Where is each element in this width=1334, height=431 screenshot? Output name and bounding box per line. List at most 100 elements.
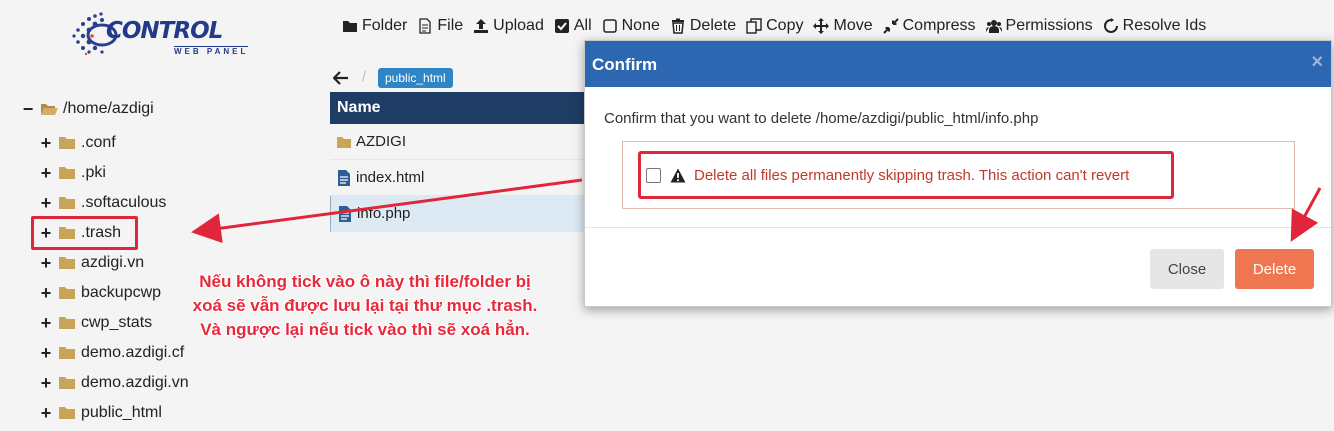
file-icon bbox=[419, 18, 432, 34]
annotation-note: Nếu không tick vào ô này thì file/folder… bbox=[140, 270, 590, 342]
users-icon bbox=[985, 20, 1002, 33]
trash-highlight-box bbox=[31, 216, 138, 250]
file-manager-toolbar: Folder File Upload All None Delete Copy … bbox=[342, 15, 1216, 37]
upload-button[interactable]: Upload bbox=[473, 17, 544, 35]
dialog-title: Confirm bbox=[592, 55, 658, 74]
folder-icon bbox=[59, 137, 75, 149]
annotation-line: Nếu không tick vào ô này thì file/folder… bbox=[199, 272, 531, 291]
permissions-label: Permissions bbox=[1005, 17, 1093, 34]
tree-root[interactable]: − /home/azdigi bbox=[22, 97, 154, 121]
back-arrow-icon[interactable] bbox=[333, 70, 349, 86]
move-label: Move bbox=[833, 17, 873, 34]
select-all-button[interactable]: All bbox=[554, 17, 592, 35]
select-none-label: None bbox=[621, 17, 660, 34]
refresh-icon bbox=[1103, 18, 1118, 33]
tree-item[interactable]: + demo.azdigi.vn bbox=[40, 371, 189, 395]
folder-open-icon bbox=[41, 104, 58, 115]
tree-item-label: public_html bbox=[81, 404, 162, 421]
dialog-header: Confirm × bbox=[585, 41, 1331, 87]
expand-toggle[interactable]: + bbox=[40, 254, 52, 272]
tree-item-label: .pki bbox=[81, 164, 106, 181]
move-button[interactable]: Move bbox=[813, 17, 873, 35]
tree-item[interactable]: + azdigi.vn bbox=[40, 251, 144, 275]
delete-label: Delete bbox=[689, 17, 737, 34]
file-row-selected[interactable]: info.php bbox=[330, 196, 590, 232]
expand-toggle[interactable]: + bbox=[40, 134, 52, 152]
file-text-icon bbox=[338, 169, 350, 186]
annotation-line: xoá sẽ vẫn được lưu lại tại thư mục .tra… bbox=[192, 296, 538, 315]
column-header-name[interactable]: Name bbox=[330, 92, 590, 124]
skip-trash-checkbox[interactable] bbox=[646, 167, 661, 183]
annotation-line: Và ngược lại nếu tick vào thì sẽ xoá hẳn… bbox=[200, 320, 530, 339]
confirm-message: Confirm that you want to delete /home/az… bbox=[604, 110, 1039, 127]
folder-icon bbox=[59, 317, 75, 329]
folder-icon bbox=[59, 197, 75, 209]
expand-toggle[interactable]: + bbox=[40, 194, 52, 212]
tree-item-label: demo.azdigi.cf bbox=[81, 344, 185, 361]
select-all-label: All bbox=[573, 17, 592, 34]
delete-button[interactable]: Delete bbox=[670, 17, 736, 35]
check-square-icon bbox=[554, 19, 569, 33]
compress-icon bbox=[882, 18, 899, 34]
tree-item-label: azdigi.vn bbox=[81, 254, 145, 271]
warning-text: Delete all files permanently skipping tr… bbox=[694, 166, 1130, 184]
file-name: index.html bbox=[356, 169, 425, 186]
tree-item-label: .conf bbox=[81, 134, 116, 151]
move-icon bbox=[813, 18, 830, 34]
confirm-delete-button[interactable]: Delete bbox=[1235, 249, 1314, 289]
file-row[interactable]: index.html bbox=[330, 160, 590, 196]
expand-toggle[interactable]: + bbox=[40, 344, 52, 362]
folder-icon bbox=[337, 136, 351, 148]
tree-item-label: .softaculous bbox=[81, 194, 167, 211]
file-list: Name AZDIGI index.html info.php bbox=[330, 92, 590, 232]
copy-button[interactable]: Copy bbox=[746, 17, 803, 35]
tree-item[interactable]: + cwp_stats bbox=[40, 311, 152, 335]
tree-item[interactable]: + public_html bbox=[40, 401, 162, 425]
permissions-button[interactable]: Permissions bbox=[985, 17, 1093, 35]
close-icon[interactable]: × bbox=[1311, 51, 1323, 74]
resolve-ids-label: Resolve Ids bbox=[1122, 17, 1207, 34]
confirm-dialog: Confirm × Confirm that you want to delet… bbox=[584, 40, 1332, 307]
file-text-icon bbox=[339, 205, 351, 222]
collapse-toggle[interactable]: − bbox=[22, 100, 34, 118]
expand-toggle[interactable]: + bbox=[40, 314, 52, 332]
upload-icon bbox=[474, 19, 489, 33]
warning-icon bbox=[670, 168, 686, 182]
expand-toggle[interactable]: + bbox=[40, 404, 52, 422]
copy-label: Copy bbox=[766, 17, 804, 34]
new-folder-label: Folder bbox=[362, 17, 408, 34]
expand-toggle[interactable]: + bbox=[40, 284, 52, 302]
file-row[interactable]: AZDIGI bbox=[330, 124, 590, 160]
folder-icon bbox=[59, 257, 75, 269]
tree-item[interactable]: + demo.azdigi.cf bbox=[40, 341, 184, 365]
folder-icon bbox=[59, 287, 75, 299]
expand-toggle[interactable]: + bbox=[40, 374, 52, 392]
dialog-divider bbox=[585, 227, 1331, 228]
compress-label: Compress bbox=[902, 17, 976, 34]
permanent-delete-option: Delete all files permanently skipping tr… bbox=[638, 151, 1174, 199]
select-none-button[interactable]: None bbox=[602, 17, 660, 35]
close-button[interactable]: Close bbox=[1150, 249, 1224, 289]
new-file-button[interactable]: File bbox=[417, 17, 463, 35]
expand-toggle[interactable]: + bbox=[40, 164, 52, 182]
resolve-ids-button[interactable]: Resolve Ids bbox=[1103, 17, 1207, 35]
file-name: AZDIGI bbox=[356, 133, 407, 150]
tree-item[interactable]: + .pki bbox=[40, 161, 106, 185]
compress-button[interactable]: Compress bbox=[882, 17, 976, 35]
copy-icon bbox=[746, 18, 762, 34]
upload-label: Upload bbox=[493, 17, 544, 34]
tree-item[interactable]: + .conf bbox=[40, 131, 116, 155]
folder-icon bbox=[59, 377, 75, 389]
tree-root-label: /home/azdigi bbox=[63, 100, 154, 117]
folder-icon bbox=[59, 347, 75, 359]
folder-icon bbox=[59, 167, 75, 179]
folder-icon bbox=[343, 21, 357, 32]
breadcrumb-separator: / bbox=[362, 68, 366, 84]
new-folder-button[interactable]: Folder bbox=[342, 17, 407, 35]
folder-icon bbox=[59, 407, 75, 419]
square-icon bbox=[602, 19, 617, 33]
tree-item[interactable]: + .softaculous bbox=[40, 191, 167, 215]
tree-item-label: demo.azdigi.vn bbox=[81, 374, 189, 391]
breadcrumb-current[interactable]: public_html bbox=[378, 68, 453, 88]
new-file-label: File bbox=[437, 17, 464, 34]
